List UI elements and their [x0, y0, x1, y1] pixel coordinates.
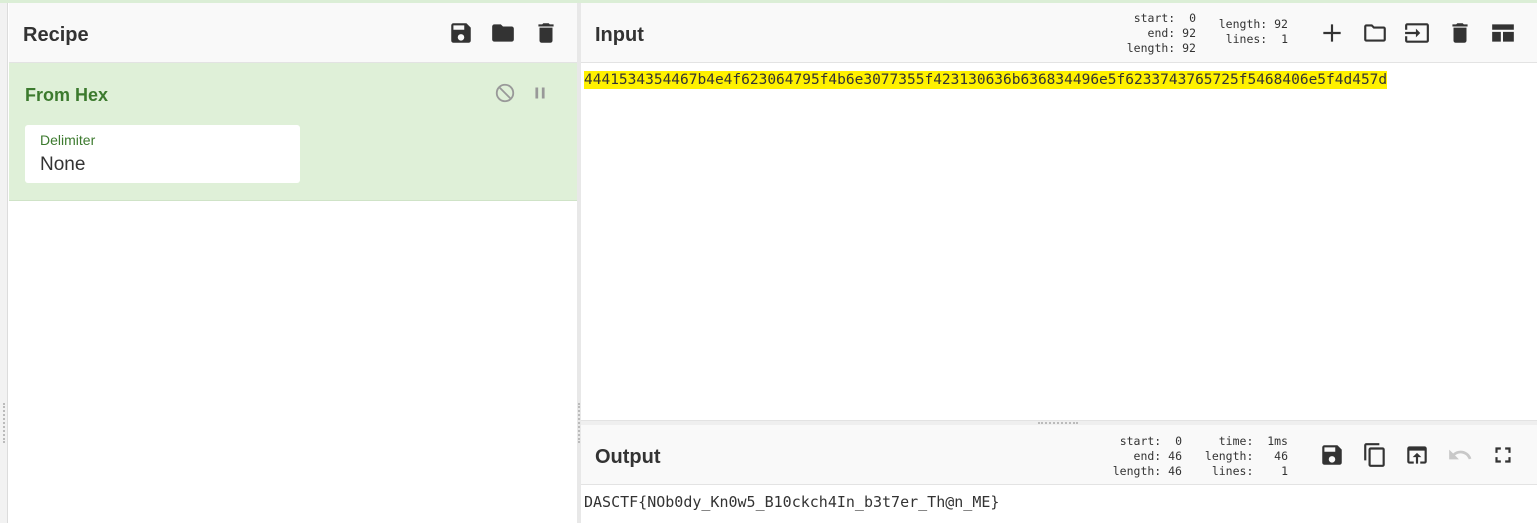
output-textarea[interactable]: DASCTF{NOb0dy_Kn0w5_B10ckch4In_b3t7er_Th…: [581, 485, 1537, 523]
delimiter-value[interactable]: None: [40, 154, 85, 176]
save-output-button[interactable]: [1318, 441, 1346, 469]
clear-input-button[interactable]: [1446, 19, 1474, 47]
recipe-title: Recipe: [23, 24, 89, 46]
recipe-header: Recipe: [9, 3, 577, 63]
output-selection-stats: start: 0 end: 46 length: 46: [1112, 434, 1182, 478]
trash-icon: [538, 23, 554, 43]
disable-operation-button[interactable]: [493, 81, 517, 105]
pause-operation-button[interactable]: [528, 81, 552, 105]
delimiter-label: Delimiter: [40, 132, 96, 148]
copy-output-button[interactable]: [1361, 441, 1389, 469]
output-title: Output: [595, 446, 661, 468]
save-icon: [451, 23, 471, 43]
reset-layout-button[interactable]: [1489, 19, 1517, 47]
input-selection-stats: start: 0 end: 92 length: 92: [1126, 11, 1196, 55]
open-input-file-button[interactable]: [1361, 19, 1389, 47]
disable-icon: [495, 83, 515, 103]
input-length-stats: length: 92 lines: 1: [1218, 17, 1288, 46]
pause-icon: [535, 87, 545, 99]
output-timing-stats: time: 1ms length: 46 lines: 1: [1204, 434, 1288, 478]
input-textarea[interactable]: 4441534354467b4e4f623064795f4b6e3077355f…: [581, 63, 1537, 420]
trash-icon: [1452, 23, 1468, 43]
undo-icon: [1449, 449, 1472, 460]
output-text[interactable]: DASCTF{NOb0dy_Kn0w5_B10ckch4In_b3t7er_Th…: [584, 493, 999, 511]
add-input-tab-button[interactable]: [1318, 19, 1346, 47]
input-text[interactable]: 4441534354467b4e4f623064795f4b6e3077355f…: [584, 71, 1388, 89]
layout-icon: [1492, 24, 1514, 42]
maximize-icon: [1495, 447, 1511, 463]
clear-recipe-button[interactable]: [532, 19, 560, 47]
folder-icon: [492, 24, 514, 42]
replace-input-button[interactable]: [1403, 441, 1431, 469]
left-gutter: [0, 3, 8, 523]
copy-icon: [1364, 443, 1385, 467]
replace-input-icon: [1407, 446, 1427, 464]
operation-from-hex[interactable]: From Hex Delimiter None: [9, 63, 577, 201]
delimiter-field[interactable]: Delimiter None: [25, 125, 300, 183]
undo-button[interactable]: [1446, 441, 1474, 469]
output-header: Output start: 0 end: 46 length: 46 time:…: [581, 425, 1537, 485]
folder-icon: [1364, 24, 1386, 42]
maximize-output-button[interactable]: [1489, 441, 1517, 469]
save-recipe-button[interactable]: [447, 19, 475, 47]
insert-icon: [1405, 23, 1429, 43]
input-header: Input start: 0 end: 92 length: 92 length…: [581, 3, 1537, 63]
save-icon: [1322, 445, 1342, 465]
recipe-panel: Recipe From Hex Delimiter None: [0, 3, 577, 523]
plus-icon: [1323, 24, 1341, 42]
operation-title: From Hex: [25, 85, 109, 105]
open-input-folder-button[interactable]: [1403, 19, 1431, 47]
load-recipe-button[interactable]: [489, 19, 517, 47]
input-title: Input: [595, 24, 644, 46]
